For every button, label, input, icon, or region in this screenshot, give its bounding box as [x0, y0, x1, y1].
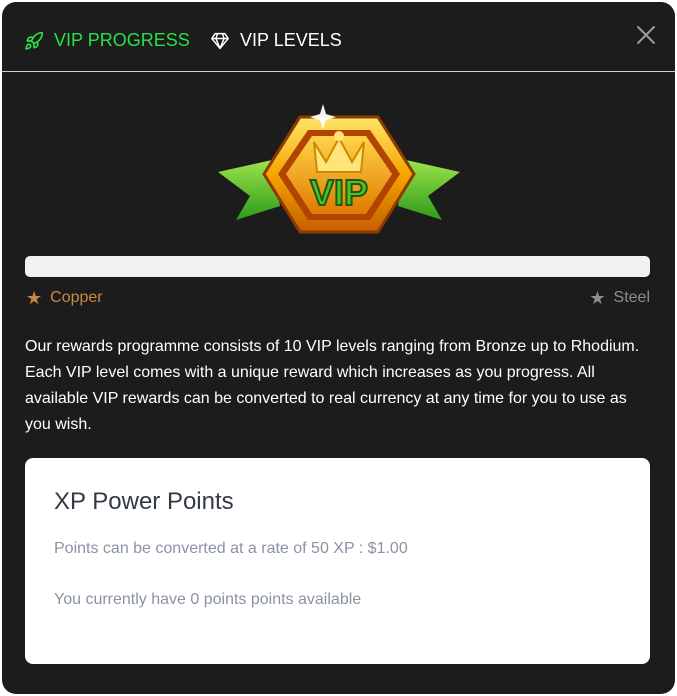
svg-text:VIP: VIP: [310, 172, 368, 213]
vip-badge-icon: VIP: [218, 104, 460, 234]
tab-vip-levels-label: VIP LEVELS: [240, 30, 342, 50]
vip-modal: VIP PROGRESS VIP LEVELS VIP ★ Copper ★ S…: [2, 2, 675, 694]
tab-vip-progress-label: VIP PROGRESS: [54, 30, 190, 50]
rocket-icon: [25, 31, 44, 50]
xp-points-card: XP Power Points Points can be converted …: [25, 458, 650, 664]
diamond-icon: [211, 32, 229, 49]
next-level-label: Steel: [613, 289, 650, 306]
card-title: XP Power Points: [54, 488, 234, 515]
tab-vip-progress[interactable]: VIP PROGRESS: [24, 30, 190, 51]
close-icon[interactable]: [635, 24, 657, 46]
star-icon: ★: [26, 288, 43, 308]
tab-bar: VIP PROGRESS VIP LEVELS: [2, 2, 675, 72]
current-level: ★ Copper: [26, 289, 103, 307]
tab-vip-levels[interactable]: VIP LEVELS: [210, 30, 342, 51]
conversion-rate-text: Points can be converted at a rate of 50 …: [54, 540, 408, 557]
next-level: ★ Steel: [589, 289, 650, 307]
vip-description: Our rewards programme consists of 10 VIP…: [25, 338, 640, 433]
current-level-label: Copper: [50, 289, 103, 306]
vip-progress-bar: [25, 256, 650, 277]
star-icon: ★: [589, 288, 606, 308]
points-balance-text: You currently have 0 points points avail…: [54, 591, 362, 608]
